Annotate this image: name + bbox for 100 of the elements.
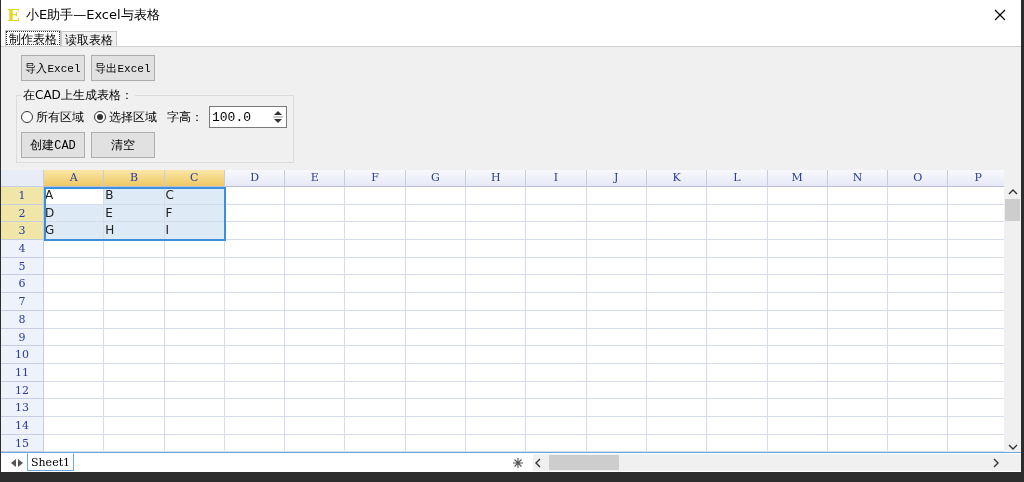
table-cell xyxy=(827,346,889,364)
vertical-scrollbar[interactable] xyxy=(1004,170,1021,452)
tab[interactable]: 读取表格 xyxy=(61,31,117,46)
table-cell xyxy=(526,399,587,417)
radio-icon[interactable] xyxy=(94,111,106,123)
column-header[interactable]: E xyxy=(285,170,346,187)
row-header[interactable]: 7 xyxy=(1,293,44,311)
next-sheet-icon[interactable] xyxy=(18,458,23,467)
row-header[interactable]: 4 xyxy=(1,240,44,258)
table-cell xyxy=(466,222,527,241)
column-header[interactable]: N xyxy=(827,170,889,187)
table-cell xyxy=(646,399,708,417)
table-cell xyxy=(405,293,467,311)
column-header[interactable]: A xyxy=(44,170,105,187)
table-cell xyxy=(104,346,165,364)
table-cell xyxy=(466,275,527,294)
table-cell xyxy=(888,346,949,364)
scroll-thumb[interactable] xyxy=(1005,199,1020,221)
table-cell: G xyxy=(44,222,105,241)
table-cell xyxy=(646,240,708,258)
table-cell xyxy=(767,293,828,311)
table-cell xyxy=(888,399,949,417)
scroll-up-icon[interactable] xyxy=(1007,187,1018,197)
previous-sheet-icon[interactable] xyxy=(11,458,16,467)
row-header[interactable]: 1 xyxy=(1,187,44,205)
table-cell xyxy=(586,399,647,417)
horizontal-scrollbar[interactable] xyxy=(533,454,1021,471)
table-cell xyxy=(405,187,467,205)
close-icon[interactable] xyxy=(994,9,1006,21)
radio-option[interactable]: 所有区域 xyxy=(21,108,84,126)
column-header[interactable]: D xyxy=(224,170,286,187)
column-header[interactable]: M xyxy=(767,170,828,187)
table-cell xyxy=(104,275,165,294)
table-cell xyxy=(767,399,828,417)
column-header[interactable]: O xyxy=(888,170,949,187)
table-cell xyxy=(586,222,647,241)
toolbar-button[interactable]: 导入Excel xyxy=(21,55,85,81)
table-cell xyxy=(707,275,768,294)
row-header[interactable]: 6 xyxy=(1,275,44,294)
table-cell xyxy=(466,293,527,311)
column-header[interactable]: F xyxy=(345,170,406,187)
column-header[interactable]: B xyxy=(104,170,165,187)
table-cell xyxy=(164,399,225,417)
table-cell xyxy=(888,222,949,241)
toolbar-button[interactable]: 导出Excel xyxy=(91,55,155,81)
scroll-down-icon[interactable] xyxy=(1007,442,1018,452)
number-field[interactable]: 100.0 xyxy=(209,106,287,128)
table-cell xyxy=(526,222,587,241)
table-cell xyxy=(827,187,889,205)
table-cell xyxy=(285,275,346,294)
window-title: 小E助手—Excel与表格 xyxy=(25,6,161,24)
column-header[interactable]: P xyxy=(948,170,1004,187)
group-title: 在CAD上生成表格： xyxy=(22,87,134,104)
table-cell xyxy=(345,275,406,294)
row-header[interactable]: 13 xyxy=(1,399,44,417)
table-cell xyxy=(767,240,828,258)
column-header[interactable]: H xyxy=(466,170,527,187)
column-header[interactable]: G xyxy=(405,170,467,187)
table-cell xyxy=(44,275,105,294)
table-cell xyxy=(224,275,286,294)
action-button[interactable]: 清空 xyxy=(91,132,155,158)
column-header[interactable]: K xyxy=(646,170,708,187)
spin-arrows-icon[interactable] xyxy=(272,109,284,125)
table-cell: H xyxy=(104,222,165,241)
action-button[interactable]: 创建CAD xyxy=(21,132,85,158)
table-cell xyxy=(345,187,406,205)
new-sheet-icon[interactable] xyxy=(513,457,523,468)
table-cell xyxy=(888,240,949,258)
table-cell xyxy=(285,222,346,241)
table-cell: I xyxy=(164,222,225,241)
scroll-thumb[interactable] xyxy=(549,455,619,470)
radio-option[interactable]: 选择区域 xyxy=(94,108,157,126)
table-cell xyxy=(827,275,889,294)
table-cell xyxy=(164,293,225,311)
table-cell xyxy=(44,399,105,417)
table-cell xyxy=(104,293,165,311)
table-cell xyxy=(707,240,768,258)
table-cell xyxy=(827,399,889,417)
table-cell xyxy=(586,346,647,364)
table-cell xyxy=(707,399,768,417)
table-cell xyxy=(707,187,768,205)
table-cell xyxy=(285,399,346,417)
scroll-right-icon[interactable] xyxy=(991,457,1001,468)
table-cell xyxy=(646,346,708,364)
column-header[interactable]: C xyxy=(164,170,225,187)
table-cell xyxy=(466,346,527,364)
table-cell xyxy=(405,346,467,364)
column-header[interactable]: L xyxy=(707,170,768,187)
radio-icon[interactable] xyxy=(21,111,33,123)
tab[interactable]: 制作表格 xyxy=(5,30,61,46)
column-header[interactable]: J xyxy=(586,170,647,187)
scroll-left-icon[interactable] xyxy=(533,457,543,468)
row-header[interactable]: 3 xyxy=(1,222,44,241)
table-cell xyxy=(405,275,467,294)
sheet-tab[interactable]: Sheet1 xyxy=(27,453,75,471)
table-cell xyxy=(466,187,527,205)
table-cell xyxy=(405,240,467,258)
column-header[interactable]: I xyxy=(526,170,587,187)
row-header[interactable]: 10 xyxy=(1,346,44,364)
table-cell xyxy=(224,399,286,417)
